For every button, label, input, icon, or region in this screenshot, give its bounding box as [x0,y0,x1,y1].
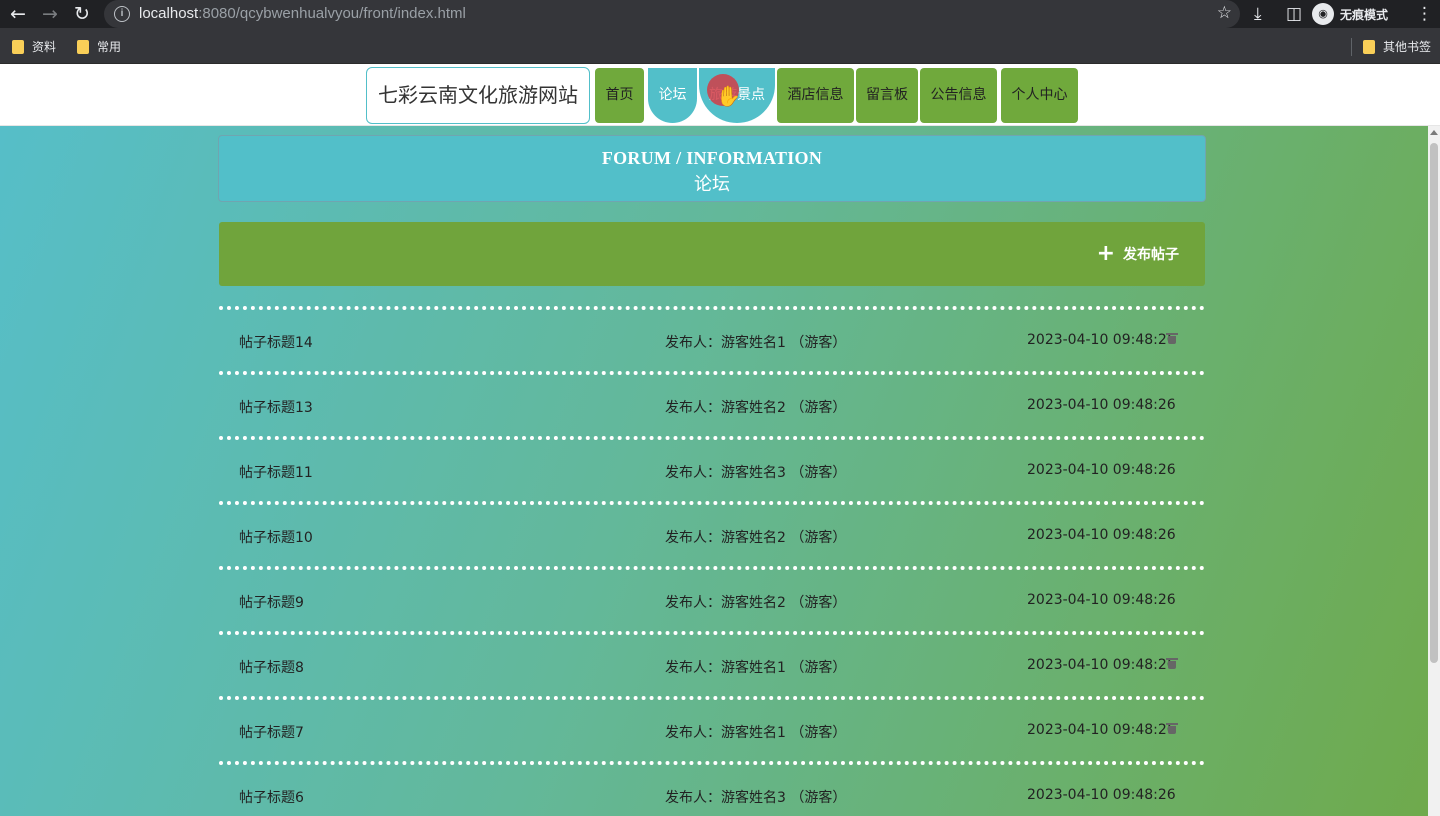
post-author: 发布人：游客姓名2 （游客） [665,595,847,611]
post-row[interactable]: 帖子标题8 发布人：游客姓名1 （游客） 2023-04-10 09:48:26 [219,631,1205,696]
folder-icon [12,39,24,54]
bookmark-folder-other[interactable]: 其他书签 [1363,38,1431,55]
post-title: 帖子标题9 [239,595,304,611]
post-row[interactable]: 帖子标题13 发布人：游客姓名2 （游客） 2023-04-10 09:48:26 [219,371,1205,436]
nav-hotels[interactable]: 酒店信息 [777,68,854,123]
nav-forum[interactable]: 论坛 [648,68,697,123]
post-time: 2023-04-10 09:48:26 [1027,332,1176,348]
publish-post-label: 发布帖子 [1123,247,1179,263]
page-scrollbar[interactable] [1428,126,1440,816]
post-time: 2023-04-10 09:48:26 [1027,722,1176,738]
folder-icon [77,39,89,54]
post-time: 2023-04-10 09:48:26 [1027,397,1176,413]
post-time: 2023-04-10 09:48:26 [1027,657,1176,673]
post-list: 帖子标题14 发布人：游客姓名1 （游客） 2023-04-10 09:48:26 帖… [219,306,1205,816]
trash-icon[interactable] [1166,723,1178,734]
scroll-thumb[interactable] [1430,143,1438,663]
post-row[interactable]: 帖子标题14 发布人：游客姓名1 （游客） 2023-04-10 09:48:26 [219,306,1205,371]
reload-icon[interactable]: ↻ [71,3,93,25]
bookmarks-divider [1351,38,1352,56]
post-author: 发布人：游客姓名1 （游客） [665,335,847,351]
forward-icon[interactable]: → [39,3,61,25]
section-banner: FORUM / INFORMATION 论坛 [218,135,1206,202]
post-author: 发布人：游客姓名3 （游客） [665,790,847,806]
post-author: 发布人：游客姓名2 （游客） [665,530,847,546]
post-time: 2023-04-10 09:48:26 [1027,527,1176,543]
post-title: 帖子标题14 [239,335,313,351]
hand-cursor-icon: ✋ [716,84,741,108]
post-title: 帖子标题7 [239,725,304,741]
trash-icon[interactable] [1166,333,1178,344]
download-icon[interactable]: ⤓ [1254,3,1262,25]
banner-title-en: FORUM / INFORMATION [601,148,823,168]
post-author: 发布人：游客姓名1 （游客） [665,660,847,676]
bookmark-folder-ziliao[interactable]: 资料 [12,38,56,55]
post-author: 发布人：游客姓名2 （游客） [665,400,847,416]
post-author: 发布人：游客姓名3 （游客） [665,465,847,481]
scroll-up-arrow-icon[interactable] [1430,130,1438,135]
post-title: 帖子标题8 [239,660,304,676]
bookmark-star-icon[interactable]: ☆ [1217,3,1232,23]
plus-icon: + [1096,241,1115,266]
incognito-icon: ◉ [1312,3,1334,25]
site-info-icon[interactable]: i [114,6,130,22]
incognito-indicator[interactable]: ◉ 无痕模式 [1312,2,1388,26]
post-author: 发布人：游客姓名1 （游客） [665,725,847,741]
post-row[interactable]: 帖子标题7 发布人：游客姓名1 （游客） 2023-04-10 09:48:26 [219,696,1205,761]
browser-toolbar: ← → ↻ i localhost:8080/qcybwenhualvyou/f… [0,0,1440,28]
post-row[interactable]: 帖子标题11 发布人：游客姓名3 （游客） 2023-04-10 09:48:26 [219,436,1205,501]
post-row[interactable]: 帖子标题9 发布人：游客姓名2 （游客） 2023-04-10 09:48:26 [219,566,1205,631]
menu-kebab-icon[interactable]: ⋮ [1416,3,1433,25]
trash-icon[interactable] [1166,658,1178,669]
nav-announcements[interactable]: 公告信息 [920,68,997,123]
folder-icon [1363,39,1375,54]
banner-title-cn: 论坛 [694,174,730,195]
url-text: localhost:8080/qcybwenhualvyou/front/ind… [139,5,466,22]
post-row[interactable]: 帖子标题10 发布人：游客姓名2 （游客） 2023-04-10 09:48:26 [219,501,1205,566]
incognito-label: 无痕模式 [1340,7,1389,22]
post-time: 2023-04-10 09:48:26 [1027,462,1176,478]
nav-personal-center[interactable]: 个人中心 [1001,68,1078,123]
back-icon[interactable]: ← [7,3,29,25]
bookmark-folder-changyong[interactable]: 常用 [77,38,121,55]
nav-home[interactable]: 首页 [595,68,644,123]
post-title: 帖子标题6 [239,790,304,806]
post-row[interactable]: 帖子标题6 发布人：游客姓名3 （游客） 2023-04-10 09:48:26 [219,761,1205,816]
post-time: 2023-04-10 09:48:26 [1027,592,1176,608]
address-bar[interactable]: i localhost:8080/qcybwenhualvyou/front/i… [104,0,1240,28]
post-time: 2023-04-10 09:48:26 [1027,787,1176,803]
publish-post-button[interactable]: + 发布帖子 [1096,241,1179,266]
post-title: 帖子标题13 [239,400,313,416]
site-title: 七彩云南文化旅游网站 [366,67,590,124]
post-title: 帖子标题11 [239,465,313,481]
side-panel-icon[interactable]: ◫ [1286,3,1302,25]
bookmarks-bar: 资料 常用 其他书签 [0,28,1440,64]
nav-message-board[interactable]: 留言板 [856,68,918,123]
post-title: 帖子标题10 [239,530,313,546]
action-bar: + 发布帖子 [219,222,1205,286]
